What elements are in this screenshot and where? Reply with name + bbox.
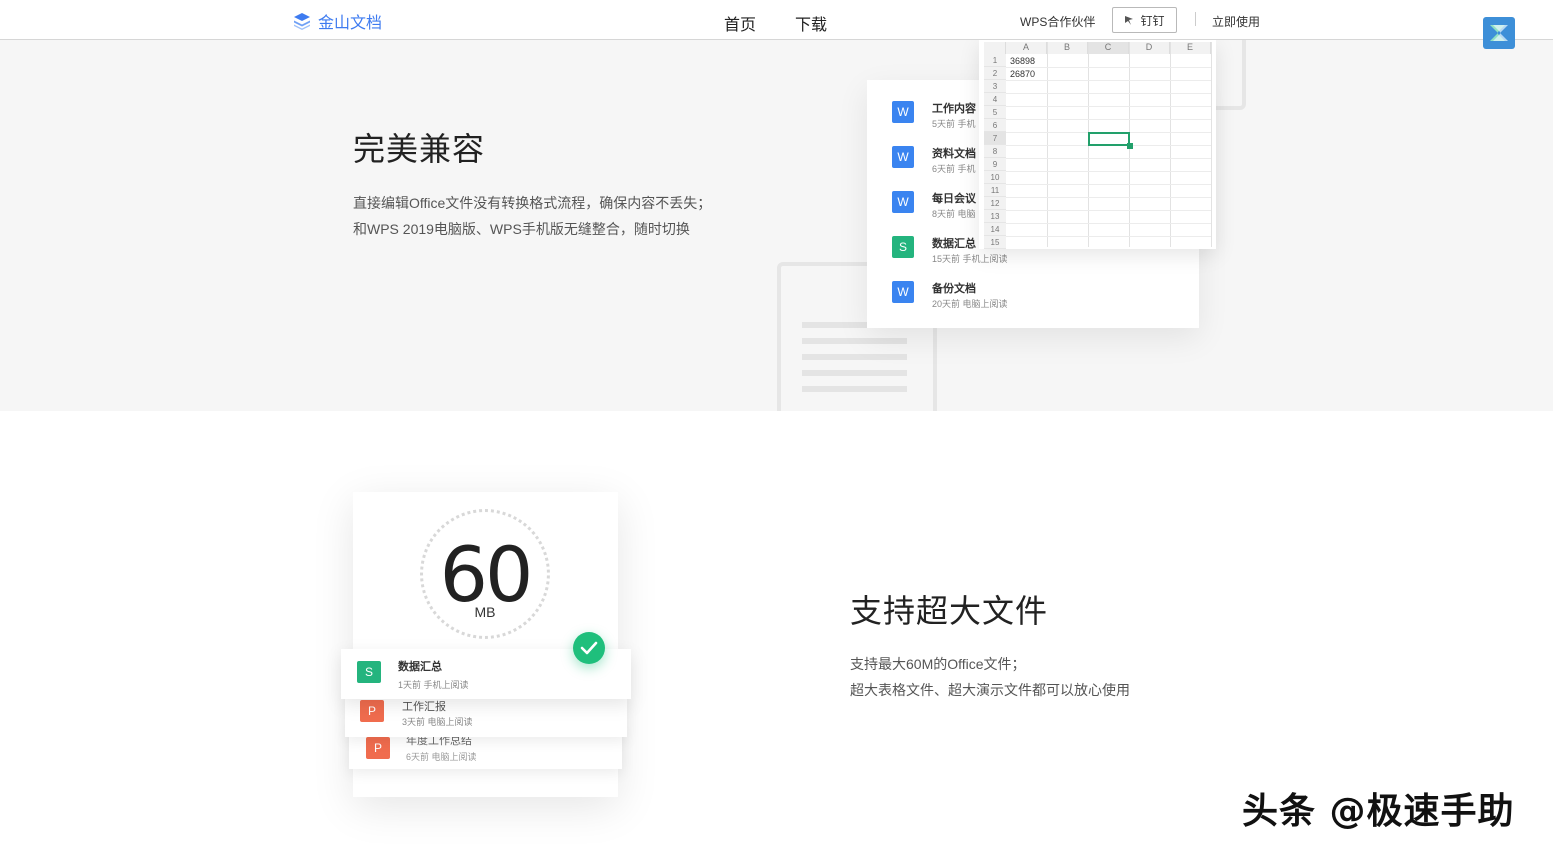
row-header: 9: [984, 158, 1006, 171]
compat-description: 直接编辑Office文件没有转换格式流程，确保内容不丢失； 和WPS 2019电…: [353, 195, 712, 237]
column-header: B: [1047, 42, 1088, 54]
row-header: 15: [984, 236, 1006, 249]
logo[interactable]: 金山文档: [292, 9, 382, 33]
large-file-title: 支持超大文件: [850, 593, 1049, 629]
nav-home[interactable]: 首页: [724, 11, 756, 35]
ppt-doc-icon: P: [366, 737, 390, 759]
top-nav-bar: 金山文档 首页 下载 WPS合作伙伴 钉钉 立即使用: [0, 0, 1553, 40]
file-card-2[interactable]: P 工作汇报 3天前 电脑上阅读: [345, 695, 627, 737]
column-header: D: [1129, 42, 1170, 54]
row-header: 11: [984, 184, 1006, 197]
sheet-doc-icon: S: [892, 236, 914, 258]
row-header: 2: [984, 67, 1006, 80]
dingding-icon: [1125, 15, 1134, 25]
row-header: 10: [984, 171, 1006, 184]
file-name: 工作汇报: [402, 701, 446, 713]
fill-handle[interactable]: [1127, 143, 1133, 149]
grid-line: [1006, 106, 1211, 107]
file-meta: 3天前 电脑上阅读: [402, 717, 473, 727]
nav-download[interactable]: 下载: [795, 11, 827, 35]
size-unit: MB: [474, 604, 496, 620]
logo-text: 金山文档: [318, 15, 383, 32]
column-header: E: [1170, 42, 1211, 54]
sheet-doc-icon: S: [357, 661, 381, 683]
large-file-description: 支持最大60M的Office文件； 超大表格文件、超大演示文件都可以放心使用: [850, 656, 1130, 698]
row-header: 4: [984, 93, 1006, 106]
cell-a1: 36898: [1010, 56, 1036, 66]
grid-line: [1006, 184, 1211, 185]
cell-a2: 26870: [1010, 69, 1036, 79]
word-doc-icon: W: [892, 281, 914, 303]
compat-section: 完美兼容 直接编辑Office文件没有转换格式流程，确保内容不丢失； 和WPS …: [0, 40, 1553, 411]
check-icon: [573, 632, 605, 664]
row-header: 8: [984, 145, 1006, 158]
compat-title: 完美兼容: [353, 131, 486, 167]
grid-line: [1006, 236, 1211, 237]
size-ring: 60 MB: [420, 509, 550, 639]
ghost-line: [802, 386, 907, 392]
grid-line: [1006, 197, 1211, 198]
row-header: 1: [984, 54, 1006, 67]
file-name: 数据汇总: [398, 661, 442, 673]
row-header: 3: [984, 80, 1006, 93]
row-header: 6: [984, 119, 1006, 132]
use-now-link[interactable]: 立即使用: [1212, 13, 1260, 30]
watermark-text: 头条 @极速手助: [1242, 791, 1515, 832]
ghost-line: [802, 354, 907, 360]
row-header: 12: [984, 197, 1006, 210]
partner-link[interactable]: WPS合作伙伴: [1020, 13, 1095, 30]
word-doc-icon: W: [892, 101, 914, 123]
app-badge-icon[interactable]: [1483, 17, 1515, 49]
word-doc-icon: W: [892, 191, 914, 213]
grid-line: [1006, 223, 1211, 224]
grid-line: [1006, 119, 1211, 120]
grid-line: [1006, 158, 1211, 159]
grid-line: [1006, 210, 1211, 211]
spreadsheet-preview: A B C D E 1 2 3 4 5 6 7 8 9 10 11 12 13 14 15 36898 26…: [979, 40, 1216, 249]
ghost-line: [802, 338, 907, 344]
column-header: [984, 42, 1006, 54]
grid-line: [1006, 93, 1211, 94]
column-header: A: [1006, 42, 1047, 54]
file-meta: 6天前 电脑上阅读: [406, 752, 477, 762]
ghost-line: [802, 370, 907, 376]
grid-line: [1006, 171, 1211, 172]
layers-icon: [294, 13, 310, 30]
column-header: C: [1088, 42, 1129, 54]
dingding-button[interactable]: 钉钉: [1112, 7, 1177, 33]
row-header: 14: [984, 223, 1006, 236]
row-header: 5: [984, 106, 1006, 119]
grid-line: [1211, 42, 1212, 247]
row-header: 7: [984, 132, 1006, 145]
grid-line: [1006, 80, 1211, 81]
grid-line: [1006, 67, 1211, 68]
ppt-doc-icon: P: [360, 700, 384, 722]
list-item[interactable]: W 备份文档 20天前 电脑上阅读: [892, 280, 1192, 320]
header-divider: [1195, 12, 1196, 26]
selected-cell[interactable]: [1088, 132, 1130, 146]
row-header: 13: [984, 210, 1006, 223]
file-meta: 1天前 手机上阅读: [398, 680, 469, 690]
dingding-label: 钉钉: [1140, 13, 1165, 28]
word-doc-icon: W: [892, 146, 914, 168]
